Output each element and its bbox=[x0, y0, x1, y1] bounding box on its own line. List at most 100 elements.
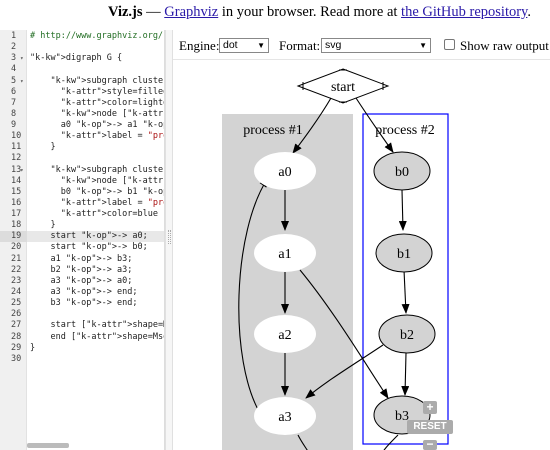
code-line[interactable] bbox=[30, 153, 164, 164]
node-b0[interactable]: b0 bbox=[373, 151, 431, 191]
line-number-gutter: 1 2 3 ▾ 4 5 ▾ 6 7 8 9 10 11 12 13 ▾ 14 15 16 17 18 19 20 21 22 23… bbox=[0, 30, 27, 450]
edge-b1-b2 bbox=[401, 269, 410, 314]
show-raw-output-label[interactable]: Show raw output bbox=[460, 38, 549, 54]
show-raw-output-checkbox[interactable] bbox=[444, 39, 455, 50]
code-line[interactable]: } bbox=[30, 142, 164, 153]
graph-svg[interactable]: process #1 process #2 start a0 a1 a2 a3 … bbox=[173, 60, 550, 450]
node-a0[interactable]: a0 bbox=[254, 152, 316, 190]
code-line[interactable]: # http://www.graphviz.org/ bbox=[30, 31, 164, 42]
code-line[interactable]: "k-attr">label = "process # bbox=[30, 198, 164, 209]
line-number: 27 bbox=[0, 320, 27, 331]
brand-name: Viz.js bbox=[108, 4, 143, 20]
line-number: 8 bbox=[0, 109, 27, 120]
line-number: 6 bbox=[0, 87, 27, 98]
reset-zoom-button[interactable]: RESET bbox=[407, 420, 453, 434]
code-line[interactable]: b3 "k-op">-> end; bbox=[30, 298, 164, 309]
line-number-text: 28 bbox=[11, 331, 22, 342]
code-line[interactable]: start "k-op">-> b0; bbox=[30, 242, 164, 253]
zoom-out-button[interactable]: − bbox=[423, 438, 437, 450]
line-number: 23 bbox=[0, 276, 27, 287]
code-line[interactable]: "k-kw">digraph G { bbox=[30, 53, 164, 64]
line-number: 19 bbox=[0, 231, 27, 243]
line-number: 28 bbox=[0, 332, 27, 343]
node-b1[interactable]: b1 bbox=[375, 233, 433, 273]
code-line[interactable]: "k-attr">style=filled; bbox=[30, 87, 164, 98]
node-a0-label: a0 bbox=[278, 165, 291, 180]
code-line[interactable]: a3 "k-op">-> end; bbox=[30, 287, 164, 298]
code-line[interactable]: a0 "k-op">-> a1 "k-op">-> a2 "k-op">-> bbox=[30, 120, 164, 131]
plus-icon: + bbox=[426, 400, 434, 414]
line-number: 9 bbox=[0, 120, 27, 131]
line-number-text: 3 bbox=[11, 53, 17, 64]
line-number-text: 18 bbox=[11, 220, 22, 231]
zoom-in-button[interactable]: + bbox=[423, 401, 437, 414]
github-repo-link[interactable]: the GitHub repository bbox=[401, 4, 527, 20]
node-a1-label: a1 bbox=[278, 247, 291, 262]
code-line[interactable]: "k-kw">node ["k-attr">style=filled bbox=[30, 109, 164, 120]
node-a1[interactable]: a1 bbox=[254, 234, 316, 272]
fold-arrow-icon[interactable]: ▾ bbox=[20, 53, 24, 64]
code-line[interactable]: } bbox=[30, 343, 164, 354]
code-line[interactable]: "k-attr">label = "process # bbox=[30, 131, 164, 142]
code-line[interactable]: b2 "k-op">-> a3; bbox=[30, 265, 164, 276]
fold-arrow-icon[interactable]: ▾ bbox=[20, 76, 24, 87]
page-title: Viz.js — Graphviz in your browser. Read … bbox=[108, 4, 531, 21]
line-number: 20 bbox=[0, 242, 27, 253]
code-line[interactable]: b0 "k-op">-> b1 "k-op">-> b2 "k-op">-> bbox=[30, 187, 164, 198]
graph-output[interactable]: process #1 process #2 start a0 a1 a2 a3 … bbox=[173, 60, 550, 450]
code-line[interactable]: end ["k-attr">shape=Msquare]; bbox=[30, 332, 164, 343]
code-line[interactable] bbox=[30, 354, 164, 365]
line-number-text: 30 bbox=[11, 353, 22, 364]
splitter-grip-icon[interactable] bbox=[168, 230, 171, 244]
edge-b3-end bbox=[383, 434, 399, 450]
line-number: 29 bbox=[0, 343, 27, 354]
edge-b0-b1 bbox=[398, 189, 407, 231]
horizontal-scrollbar[interactable] bbox=[27, 443, 69, 448]
code-line[interactable]: start "k-op">-> a0; bbox=[27, 231, 164, 243]
line-number: 30 bbox=[0, 354, 27, 365]
line-number: 22 bbox=[0, 265, 27, 276]
node-b2-label: b2 bbox=[400, 328, 414, 343]
engine-select[interactable]: dot ▼ bbox=[219, 38, 269, 53]
code-line[interactable] bbox=[30, 309, 164, 320]
code-area[interactable]: # http://www.graphviz.org/ "k-kw">digraph… bbox=[27, 30, 164, 450]
line-number-text: 26 bbox=[11, 309, 22, 320]
line-number-text: 7 bbox=[11, 97, 17, 108]
code-line[interactable]: a3 "k-op">-> a0; bbox=[30, 276, 164, 287]
node-a2[interactable]: a2 bbox=[254, 315, 316, 353]
code-editor[interactable]: 1 2 3 ▾ 4 5 ▾ 6 7 8 9 10 11 12 13 ▾ 14 15 16 17 18 19 20 21 22 23… bbox=[0, 30, 165, 450]
line-number-text: 20 bbox=[11, 242, 22, 253]
header: Viz.js — Graphviz in your browser. Read … bbox=[0, 0, 550, 30]
code-line[interactable]: "k-attr">color=lightgrey; bbox=[30, 98, 164, 109]
cluster-label-process-2: process #2 bbox=[375, 123, 435, 138]
line-number: 12 bbox=[0, 153, 27, 164]
line-number-text: 6 bbox=[11, 86, 17, 97]
line-number: 25 bbox=[0, 298, 27, 309]
engine-value: dot bbox=[223, 39, 238, 51]
code-line[interactable]: a1 "k-op">-> b3; bbox=[30, 254, 164, 265]
code-line[interactable]: start ["k-attr">shape=Mdiamond] bbox=[30, 320, 164, 331]
line-number: 11 bbox=[0, 142, 27, 153]
line-number: 17 bbox=[0, 209, 27, 220]
code-line[interactable]: "k-kw">subgraph cluster_1 { bbox=[30, 165, 164, 176]
line-number-text: 2 bbox=[11, 42, 17, 53]
graphviz-link[interactable]: Graphviz bbox=[164, 4, 218, 20]
code-line[interactable]: } bbox=[30, 220, 164, 231]
code-line[interactable]: "k-kw">subgraph cluster_0 { bbox=[30, 76, 164, 87]
fold-arrow-icon[interactable]: ▾ bbox=[20, 165, 24, 176]
code-line[interactable]: "k-kw">node ["k-attr">style=filled bbox=[30, 176, 164, 187]
code-line[interactable] bbox=[30, 64, 164, 75]
format-value: svg bbox=[325, 39, 342, 51]
line-number-text: 14 bbox=[11, 175, 22, 186]
node-b2[interactable]: b2 bbox=[378, 314, 436, 354]
pane-splitter[interactable] bbox=[165, 30, 173, 450]
format-select[interactable]: svg ▼ bbox=[321, 38, 431, 53]
edge-b2-b3 bbox=[401, 352, 410, 396]
line-number-text: 15 bbox=[11, 186, 22, 197]
line-number-text: 19 bbox=[11, 231, 22, 242]
line-number: 18 bbox=[0, 220, 27, 231]
code-line[interactable] bbox=[30, 42, 164, 53]
node-start[interactable]: start bbox=[296, 68, 390, 104]
code-line[interactable]: "k-attr">color=blue bbox=[30, 209, 164, 220]
node-a3[interactable]: a3 bbox=[254, 397, 316, 435]
